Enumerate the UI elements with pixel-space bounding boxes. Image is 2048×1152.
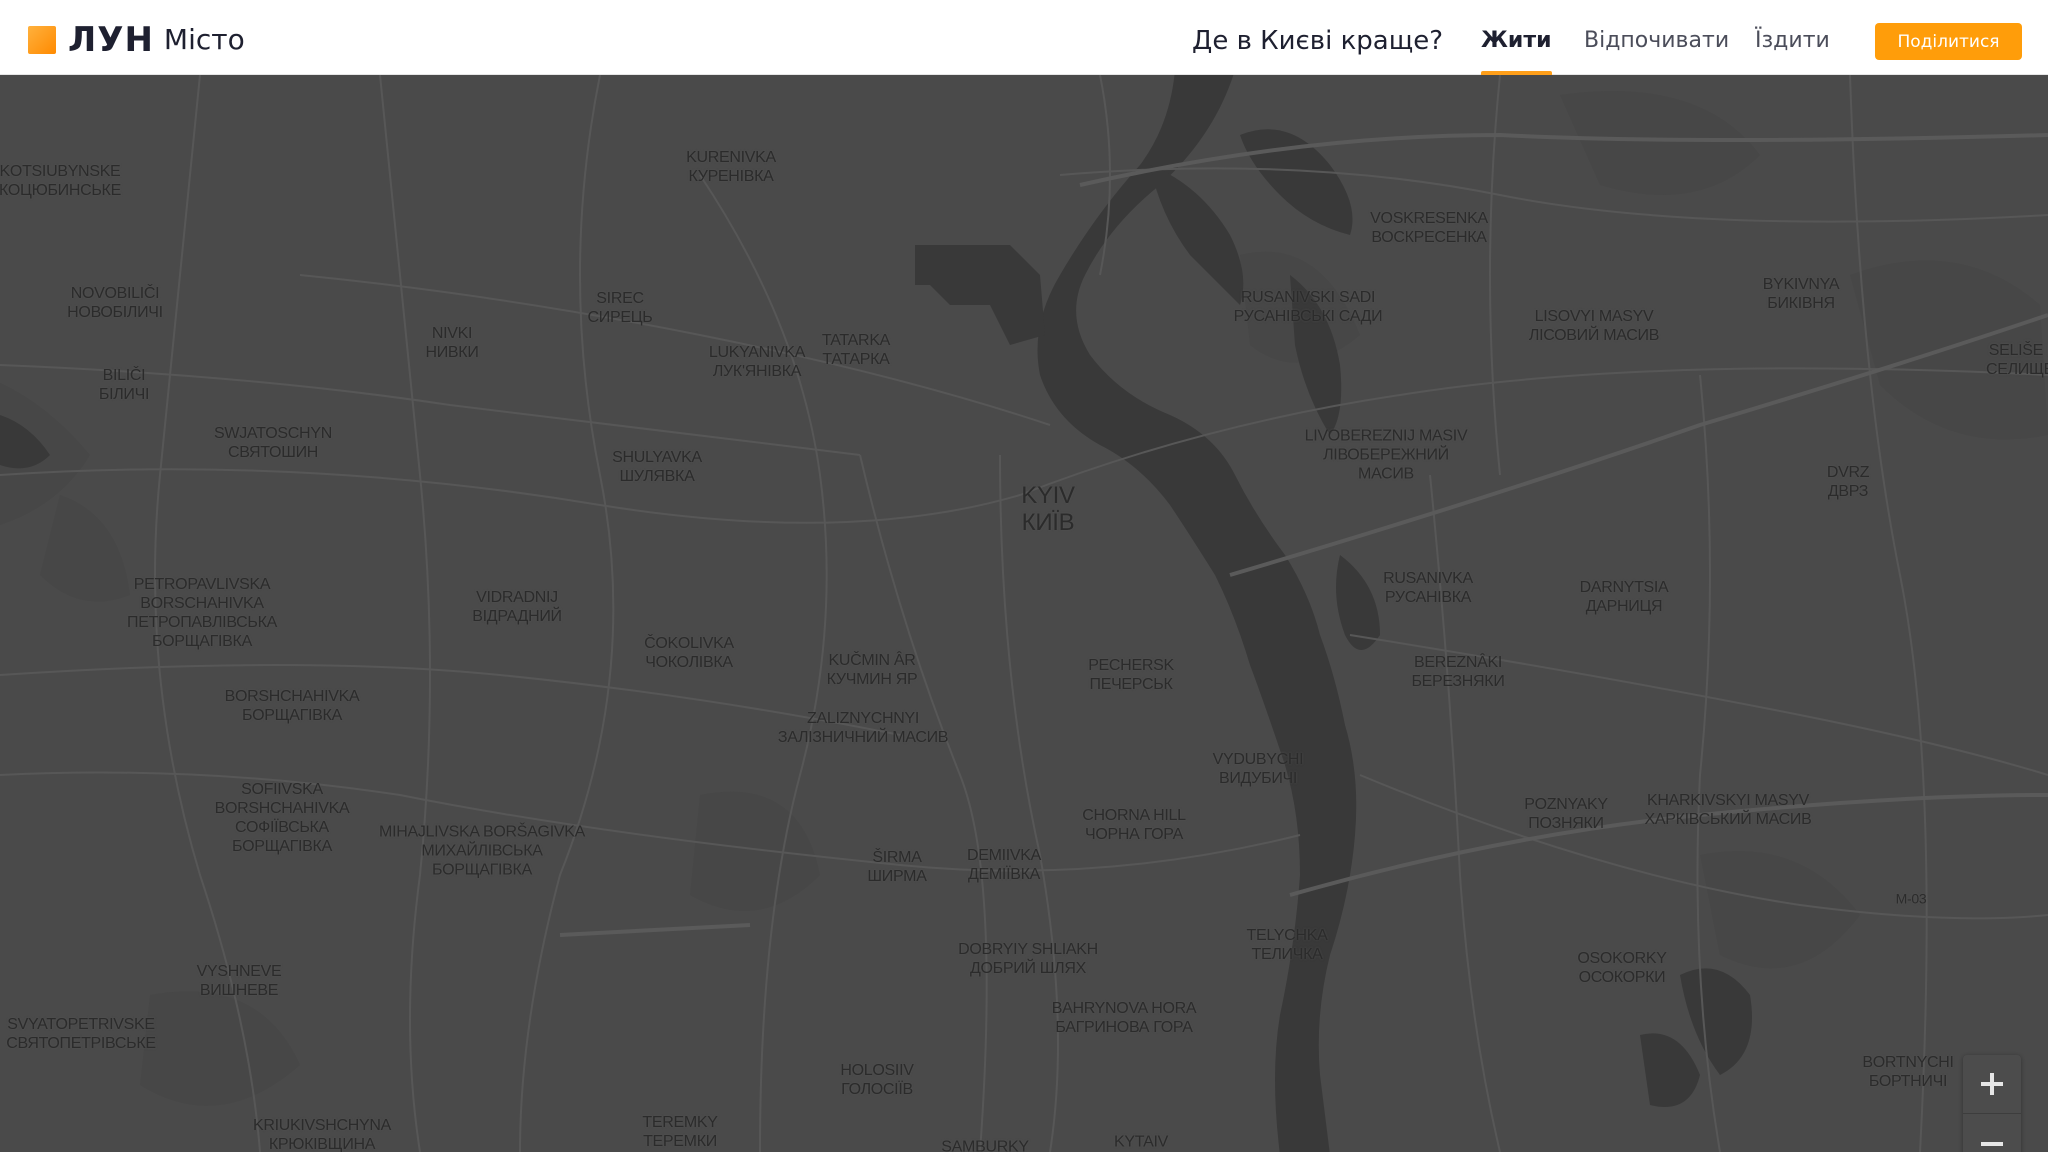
- minus-icon: [1981, 1133, 2003, 1152]
- district-label: PECHERSK ПЕЧЕРСЬК: [1088, 657, 1174, 693]
- district-label: RUSANIVSKI SADI РУСАНІВСЬКІ САДИ: [1233, 289, 1383, 325]
- district-label: SWJATOSCHYN СВЯТОШИН: [214, 425, 332, 461]
- district-label: LUKYANIVKA ЛУК'ЯНІВКА: [708, 344, 806, 380]
- district-label: HOLOSIIV ГОЛОСІЇВ: [840, 1062, 914, 1098]
- district-label: VYSHNEVE ВИШНЕВЕ: [196, 963, 282, 999]
- district-label: SIREC СИРЕЦЬ: [587, 290, 653, 326]
- tab-live[interactable]: Жити: [1481, 28, 1552, 75]
- district-label: SAMBURKY: [941, 1138, 1029, 1152]
- district-label: PETROPAVLIVSKA BORSCHAHIVKA ПЕТРОПАВЛІВС…: [126, 576, 278, 650]
- tab-relax[interactable]: Відпочивати: [1584, 28, 1729, 75]
- district-label: ZALIZNYCHNYI ЗАЛІЗНИЧНИЙ МАСИВ: [777, 710, 949, 746]
- district-label: KYTAIV: [1114, 1133, 1168, 1151]
- district-label: SELIŠE I СЕЛИЩЕ: [1985, 342, 2048, 378]
- district-label: KHARKIVSKYI MASYV ХАРКІВСЬКИЙ МАСИВ: [1644, 792, 1812, 828]
- district-label: TEREMKY ТЕРЕМКИ: [642, 1114, 718, 1150]
- district-label: NOVOBILIČI НОВОБІЛИЧІ: [67, 285, 163, 321]
- district-label: KRIUKIVSHCHYNA КРЮКІВЩИНА: [252, 1117, 392, 1152]
- district-label: CHORNA HILL ЧОРНА ГОРА: [1082, 807, 1186, 843]
- district-label: KURENIVKA КУРЕНІВКА: [686, 149, 776, 185]
- district-label: SHULYAVKA ШУЛЯВКА: [612, 449, 702, 485]
- page-question-title: Де в Києві краще?: [1192, 26, 1444, 56]
- district-label: ŠIRMA ШИРМА: [867, 849, 927, 885]
- city-label-kyiv: KYIV КИЇВ: [1021, 482, 1075, 536]
- district-label: DARNYTSIA ДАРНИЦЯ: [1579, 579, 1669, 615]
- district-label: VYDUBYCHI ВИДУБИЧІ: [1212, 751, 1304, 787]
- district-label: LIVOBEREZNIJ MASIV ЛІВОБЕРЕЖНИЙ МАСИВ: [1304, 427, 1468, 483]
- district-label: NIVKI НИВКИ: [425, 325, 479, 361]
- district-label: SVYATOPETRIVSKE СВЯТОПЕТРІВСЬКЕ: [6, 1016, 156, 1052]
- map-base-layer: [0, 75, 2048, 1152]
- district-label: DVRZ ДВРЗ: [1826, 464, 1870, 500]
- district-label: SOFIIVSKA BORSHCHAHIVKA СОФІЇВСЬКА БОРЩА…: [214, 781, 350, 855]
- district-label: BEREZNÂKI БЕРЕЗНЯКИ: [1411, 654, 1505, 690]
- zoom-control: [1963, 1055, 2021, 1152]
- district-label: LISOVYI MASYV ЛІСОВИЙ МАСИВ: [1528, 308, 1660, 344]
- district-label: TATARKA ТАТАРКА: [821, 332, 891, 368]
- district-label: BORSHCHAHIVKA БОРЩАГІВКА: [224, 688, 360, 724]
- zoom-in-button[interactable]: [1963, 1055, 2021, 1114]
- logo-orange-square-icon: [28, 26, 56, 54]
- kyiv-map[interactable]: KYIV КИЇВ KOTSIUBYNSKE КОЦЮБИНСЬКЕ KUREN…: [0, 75, 2048, 1152]
- tab-commute[interactable]: Їздити: [1755, 28, 1830, 75]
- lun-misto-logo[interactable]: ЛУН Місто: [28, 22, 245, 58]
- zoom-out-button[interactable]: [1963, 1114, 2021, 1152]
- district-label: DOBRYIY SHLIAKH ДОБРИЙ ШЛЯХ: [958, 941, 1098, 977]
- district-label: KOTSIUBYNSKE КОЦЮБИНСЬКЕ: [0, 163, 121, 199]
- district-label: TELYCHKA ТЕЛИЧКА: [1246, 927, 1328, 963]
- district-label: BAHRYNOVA HORA БАГРИНОВА ГОРА: [1051, 1000, 1197, 1036]
- district-label: DEMIIVKA ДЕМІЇВКА: [966, 847, 1042, 883]
- district-label: POZNYAKY ПОЗНЯКИ: [1524, 796, 1608, 832]
- district-label: OSOKORKY ОСОКОРКИ: [1577, 950, 1667, 986]
- district-label: VIDRADNIJ ВІДРАДНИЙ: [472, 589, 562, 625]
- district-label: BYKIVNYA БИКІВНЯ: [1762, 276, 1840, 312]
- logo-brand-text: ЛУН: [68, 20, 154, 60]
- plus-icon: [1981, 1073, 2003, 1095]
- district-label: BORTNYCHI БОРТНИЧІ: [1862, 1054, 1954, 1090]
- district-label: VOSKRESENKA ВОСКРЕСЕНКА: [1370, 210, 1488, 246]
- district-label: MIHAJLIVSKA BORŠAGIVKA МИХАЙЛІВСЬКА БОРЩ…: [379, 823, 585, 879]
- district-label: BILIČI БІЛИЧІ: [98, 367, 150, 403]
- top-navigation-bar: ЛУН Місто Де в Києві краще? Жити Відпочи…: [0, 0, 2048, 75]
- road-label-m03: M-03: [1895, 890, 1927, 907]
- district-label: ČOKOLIVKA ЧОКОЛІВКА: [644, 635, 734, 671]
- district-label: KUČMIN ÂR КУЧМИН ЯР: [826, 652, 918, 688]
- logo-subtitle: Місто: [163, 23, 245, 56]
- district-label: RUSANIVKA РУСАНІВКА: [1383, 570, 1473, 606]
- share-button[interactable]: Поділитися: [1875, 23, 2022, 60]
